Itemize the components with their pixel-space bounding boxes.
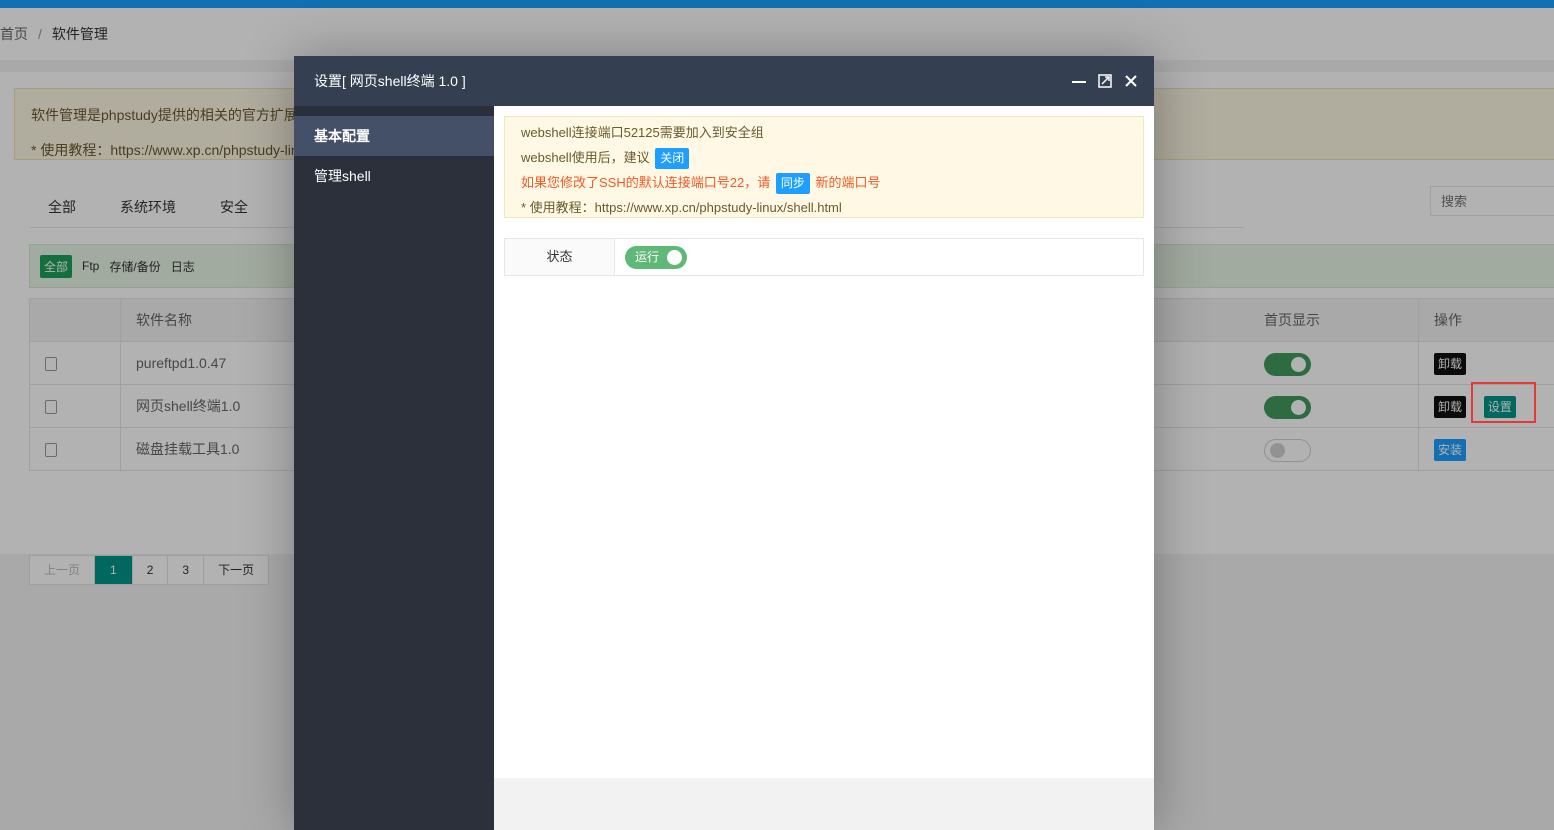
- tip-line-3: 如果您修改了SSH的默认连接端口号22，请 同步 新的端口号: [521, 170, 1127, 195]
- modal-body: 基本配置 管理shell webshell连接端口52125需要加入到安全组 w…: [294, 106, 1154, 830]
- webshell-tip: webshell连接端口52125需要加入到安全组 webshell使用后，建议…: [504, 116, 1144, 218]
- modal-title: 设置[ 网页shell终端 1.0 ]: [314, 73, 466, 89]
- menu-manage-shell[interactable]: 管理shell: [294, 156, 494, 196]
- close-tag-button[interactable]: 关闭: [655, 148, 690, 170]
- tip-line-1: webshell连接端口52125需要加入到安全组: [521, 125, 764, 140]
- status-table: 状态 运行: [504, 238, 1144, 276]
- tip-line-4: * 使用教程：https://www.xp.cn/phpstudy-linux/…: [521, 200, 842, 215]
- maximize-icon[interactable]: [1098, 74, 1112, 88]
- modal-controls: [1060, 56, 1138, 106]
- settings-modal: 设置[ 网页shell终端 1.0 ] 基本配置 管理shell webshel…: [294, 56, 1154, 830]
- modal-main: webshell连接端口52125需要加入到安全组 webshell使用后，建议…: [494, 106, 1154, 830]
- highlight-box: [1471, 382, 1536, 423]
- menu-basic-config[interactable]: 基本配置: [294, 116, 494, 156]
- minimize-icon[interactable]: [1072, 74, 1086, 88]
- modal-sidebar: 基本配置 管理shell: [294, 106, 494, 830]
- modal-footer: [494, 778, 1154, 830]
- status-value: 运行: [635, 250, 660, 264]
- status-label: 状态: [505, 239, 615, 275]
- sync-tag-button[interactable]: 同步: [775, 173, 810, 195]
- status-toggle[interactable]: 运行: [625, 246, 687, 269]
- modal-header: 设置[ 网页shell终端 1.0 ]: [294, 56, 1154, 106]
- tip-line-2: webshell使用后，建议 关闭: [521, 145, 1127, 170]
- close-icon[interactable]: [1124, 74, 1138, 88]
